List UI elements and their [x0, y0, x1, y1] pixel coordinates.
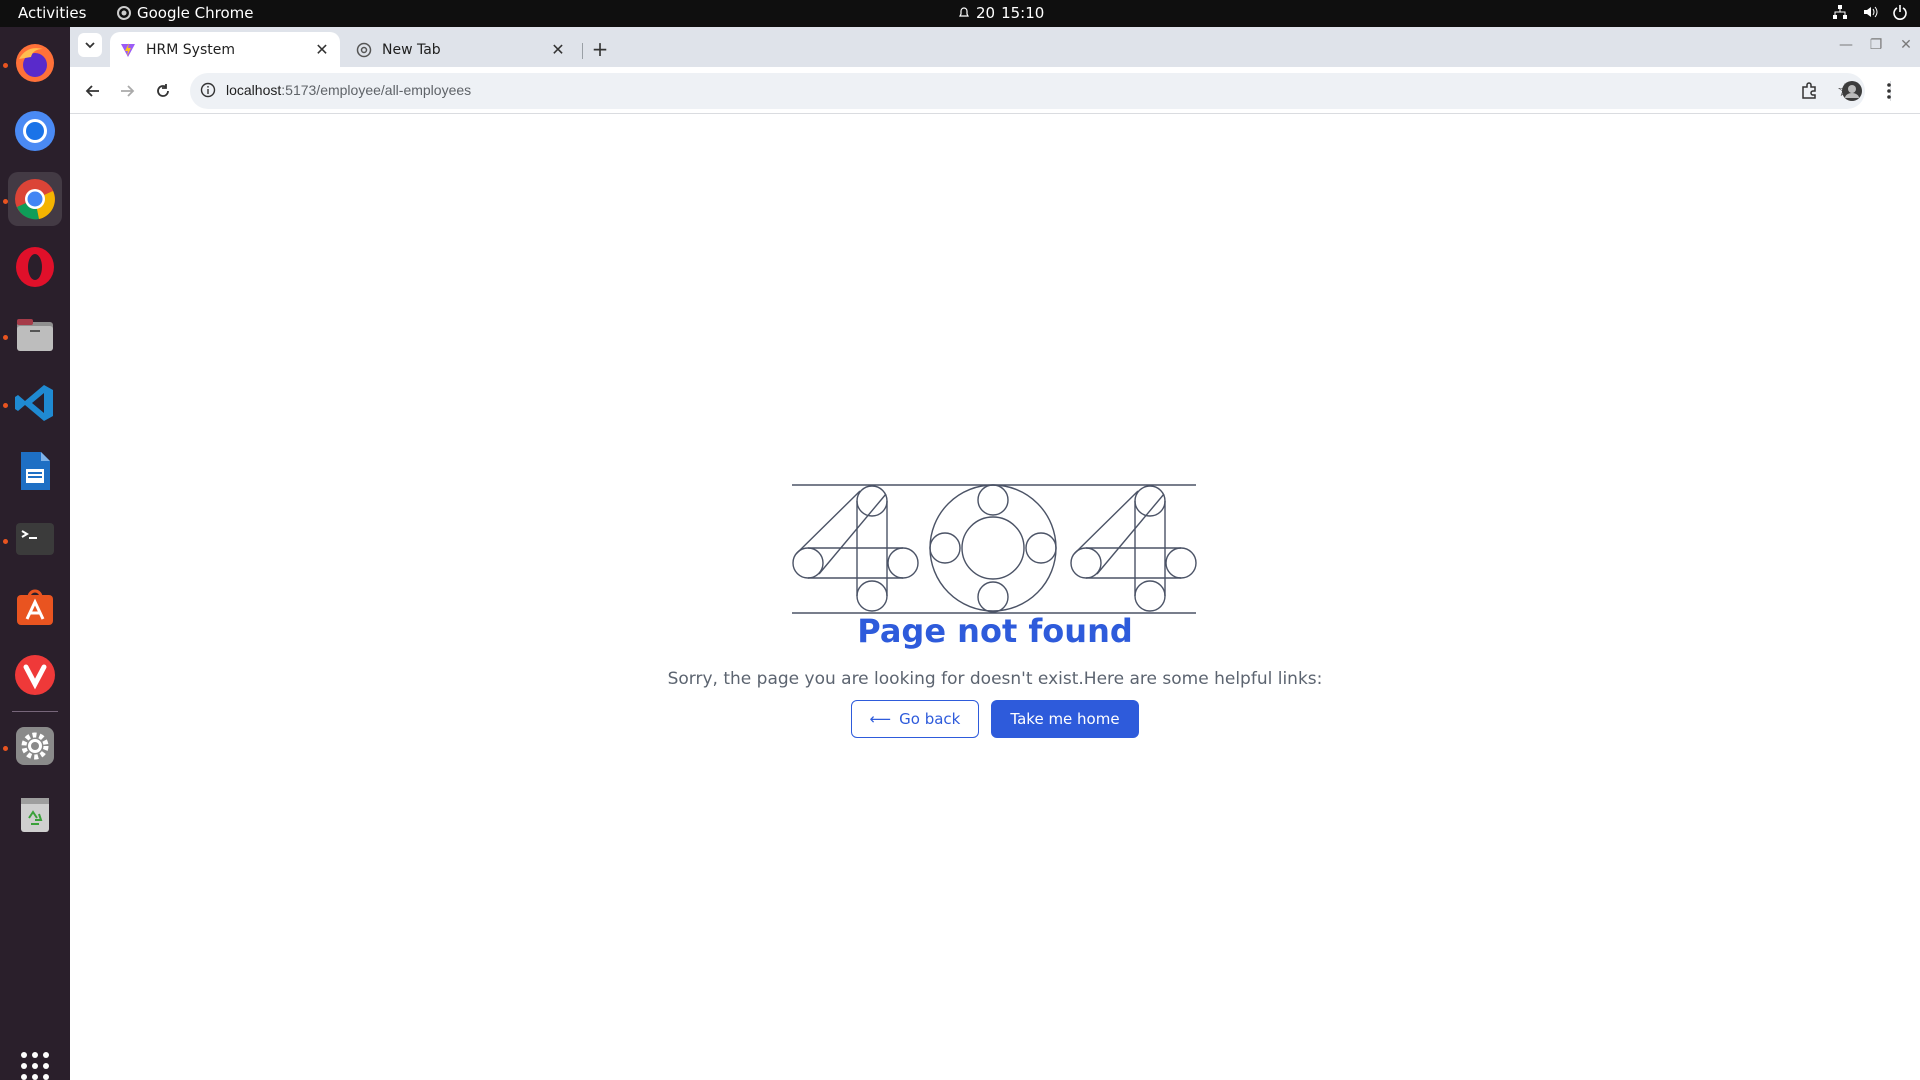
clock-time: 15:10	[1001, 4, 1045, 22]
extensions-icon[interactable]	[1796, 78, 1822, 104]
restore-icon[interactable]: ❐	[1866, 35, 1886, 55]
tab-strip: HRM System ✕ New Tab ✕ + — ❐ ✕	[70, 27, 1920, 67]
volume-icon	[1864, 6, 1878, 18]
app-name: Google Chrome	[137, 4, 254, 22]
trash-icon[interactable]	[8, 787, 62, 841]
firefox-icon[interactable]	[8, 36, 62, 90]
page-title: Page not found	[857, 612, 1133, 650]
opera-icon[interactable]	[8, 240, 62, 294]
chevron-down-icon	[85, 42, 95, 49]
chromium-icon[interactable]	[8, 104, 62, 158]
reload-icon[interactable]	[150, 78, 176, 104]
app-menu[interactable]: Google Chrome	[117, 4, 254, 22]
profile-avatar[interactable]	[1839, 78, 1865, 104]
vite-favicon-icon	[120, 42, 136, 58]
forward-icon[interactable]	[114, 78, 140, 104]
close-window-icon[interactable]: ✕	[1896, 35, 1916, 55]
address-bar[interactable]: localhost:5173/employee/all-employees ☆	[190, 73, 1865, 109]
app-center-icon[interactable]	[8, 580, 62, 634]
404-illustration	[792, 484, 1197, 614]
vivaldi-icon[interactable]	[8, 648, 62, 702]
menu-icon[interactable]	[1876, 78, 1902, 104]
tab-title: HRM System	[146, 41, 235, 58]
take-me-home-button[interactable]: Take me home	[991, 700, 1139, 738]
back-icon[interactable]	[80, 78, 106, 104]
url-host: localhost	[226, 82, 282, 98]
browser-window: HRM System ✕ New Tab ✕ + — ❐ ✕ localhost…	[70, 27, 1920, 1080]
power-icon	[1893, 5, 1907, 20]
tab-new-tab[interactable]: New Tab ✕	[346, 32, 576, 67]
clock[interactable]: 20 15:10	[958, 4, 1044, 22]
go-back-button[interactable]: ⟵ Go back	[851, 700, 979, 738]
url-path: :5173/employee/all-employees	[281, 82, 472, 98]
system-tray[interactable]	[1832, 4, 1908, 20]
tab-search-button[interactable]	[78, 33, 102, 57]
chrome-icon[interactable]	[8, 172, 62, 226]
go-back-label: Go back	[899, 710, 961, 728]
close-tab-icon[interactable]: ✕	[314, 40, 330, 59]
system-top-bar: Activities Google Chrome 20 15:10	[0, 0, 1920, 27]
url-text[interactable]: localhost:5173/employee/all-employees	[226, 82, 471, 98]
arrow-left-icon: ⟵	[869, 710, 892, 728]
files-icon[interactable]	[8, 308, 62, 362]
tab-hrm-system[interactable]: HRM System ✕	[110, 32, 340, 67]
tab-title: New Tab	[382, 41, 441, 58]
chrome-small-icon	[117, 6, 131, 20]
page-content: Page not found Sorry, the page you are l…	[70, 115, 1920, 1080]
dock-separator	[12, 711, 58, 712]
browser-toolbar: localhost:5173/employee/all-employees ☆	[70, 67, 1920, 114]
network-icon	[1833, 5, 1847, 19]
terminal-icon[interactable]	[8, 512, 62, 566]
clock-day: 20	[976, 4, 996, 22]
activities-button[interactable]: Activities	[18, 4, 86, 22]
page-message: Sorry, the page you are looking for does…	[667, 669, 1323, 689]
tab-divider	[582, 43, 583, 59]
minimize-icon[interactable]: —	[1836, 35, 1856, 55]
vscode-icon[interactable]	[8, 376, 62, 430]
show-apps-icon[interactable]	[8, 1039, 62, 1080]
close-tab-icon[interactable]: ✕	[550, 40, 566, 59]
chrome-favicon-icon	[356, 42, 372, 58]
site-info-icon[interactable]	[200, 82, 216, 102]
new-tab-button[interactable]: +	[588, 37, 612, 61]
writer-icon[interactable]	[8, 444, 62, 498]
dock	[0, 27, 70, 1080]
settings-icon[interactable]	[8, 719, 62, 773]
notification-icon	[959, 7, 969, 17]
